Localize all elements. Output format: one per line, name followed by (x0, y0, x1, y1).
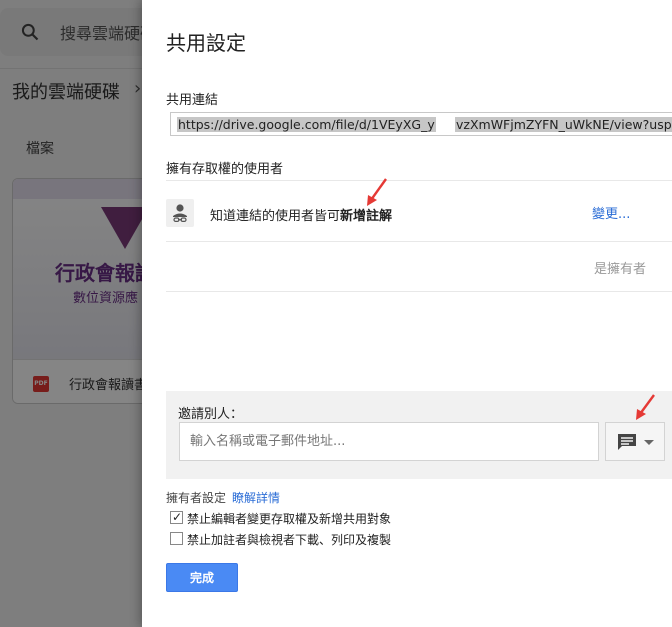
owner-row: 是擁有者 (166, 242, 672, 292)
notification-message-button[interactable] (605, 422, 665, 461)
owner-label: 是擁有者 (594, 262, 647, 277)
change-access-link[interactable]: 變更... (592, 203, 630, 222)
checkbox-prevent-editors[interactable]: ✓ (170, 510, 183, 524)
link-access-permission: 新增註解 (340, 209, 393, 224)
invite-input[interactable] (179, 422, 599, 461)
dialog-title: 共用設定 (166, 31, 246, 55)
invite-panel: 邀請別人： (166, 391, 672, 479)
checkbox-prevent-download-label: 禁止加註者與檢視者下載、列印及複製 (187, 533, 392, 547)
invite-label: 邀請別人： (178, 407, 244, 422)
share-link-text-end: vzXmWFjmZYFN_uWkNE/view?usp= (455, 117, 672, 132)
share-settings-dialog: 共用設定 共用連結 https://drive.google.com/file/… (142, 0, 672, 627)
red-arrow-annotation (367, 178, 387, 206)
link-access-row: 知道連結的使用者皆可新增註解 變更... (166, 180, 672, 242)
share-link-text-start: https://drive.google.com/file/d/1VEyXG_y (177, 117, 436, 132)
red-arrow-annotation (636, 394, 655, 420)
done-button[interactable]: 完成 (166, 563, 238, 592)
owner-settings-label: 擁有者設定 (166, 491, 227, 505)
share-link-field[interactable]: https://drive.google.com/file/d/1VEyXG_y… (170, 112, 672, 136)
message-icon (618, 434, 636, 450)
access-section-label: 擁有存取權的使用者 (166, 162, 284, 177)
checkmark-icon: ✓ (172, 510, 183, 524)
share-link-label: 共用連結 (166, 93, 219, 108)
learn-more-link[interactable]: 瞭解詳情 (232, 491, 280, 505)
link-access-prefix: 知道連結的使用者皆可 (210, 209, 341, 224)
caret-down-icon (644, 440, 654, 445)
checkbox-prevent-download[interactable] (170, 532, 183, 545)
person-icon (166, 199, 194, 227)
checkbox-prevent-editors-label: 禁止編輯者變更存取權及新增共用對象 (187, 512, 392, 526)
owner-settings: 擁有者設定 瞭解詳情 (166, 489, 280, 506)
